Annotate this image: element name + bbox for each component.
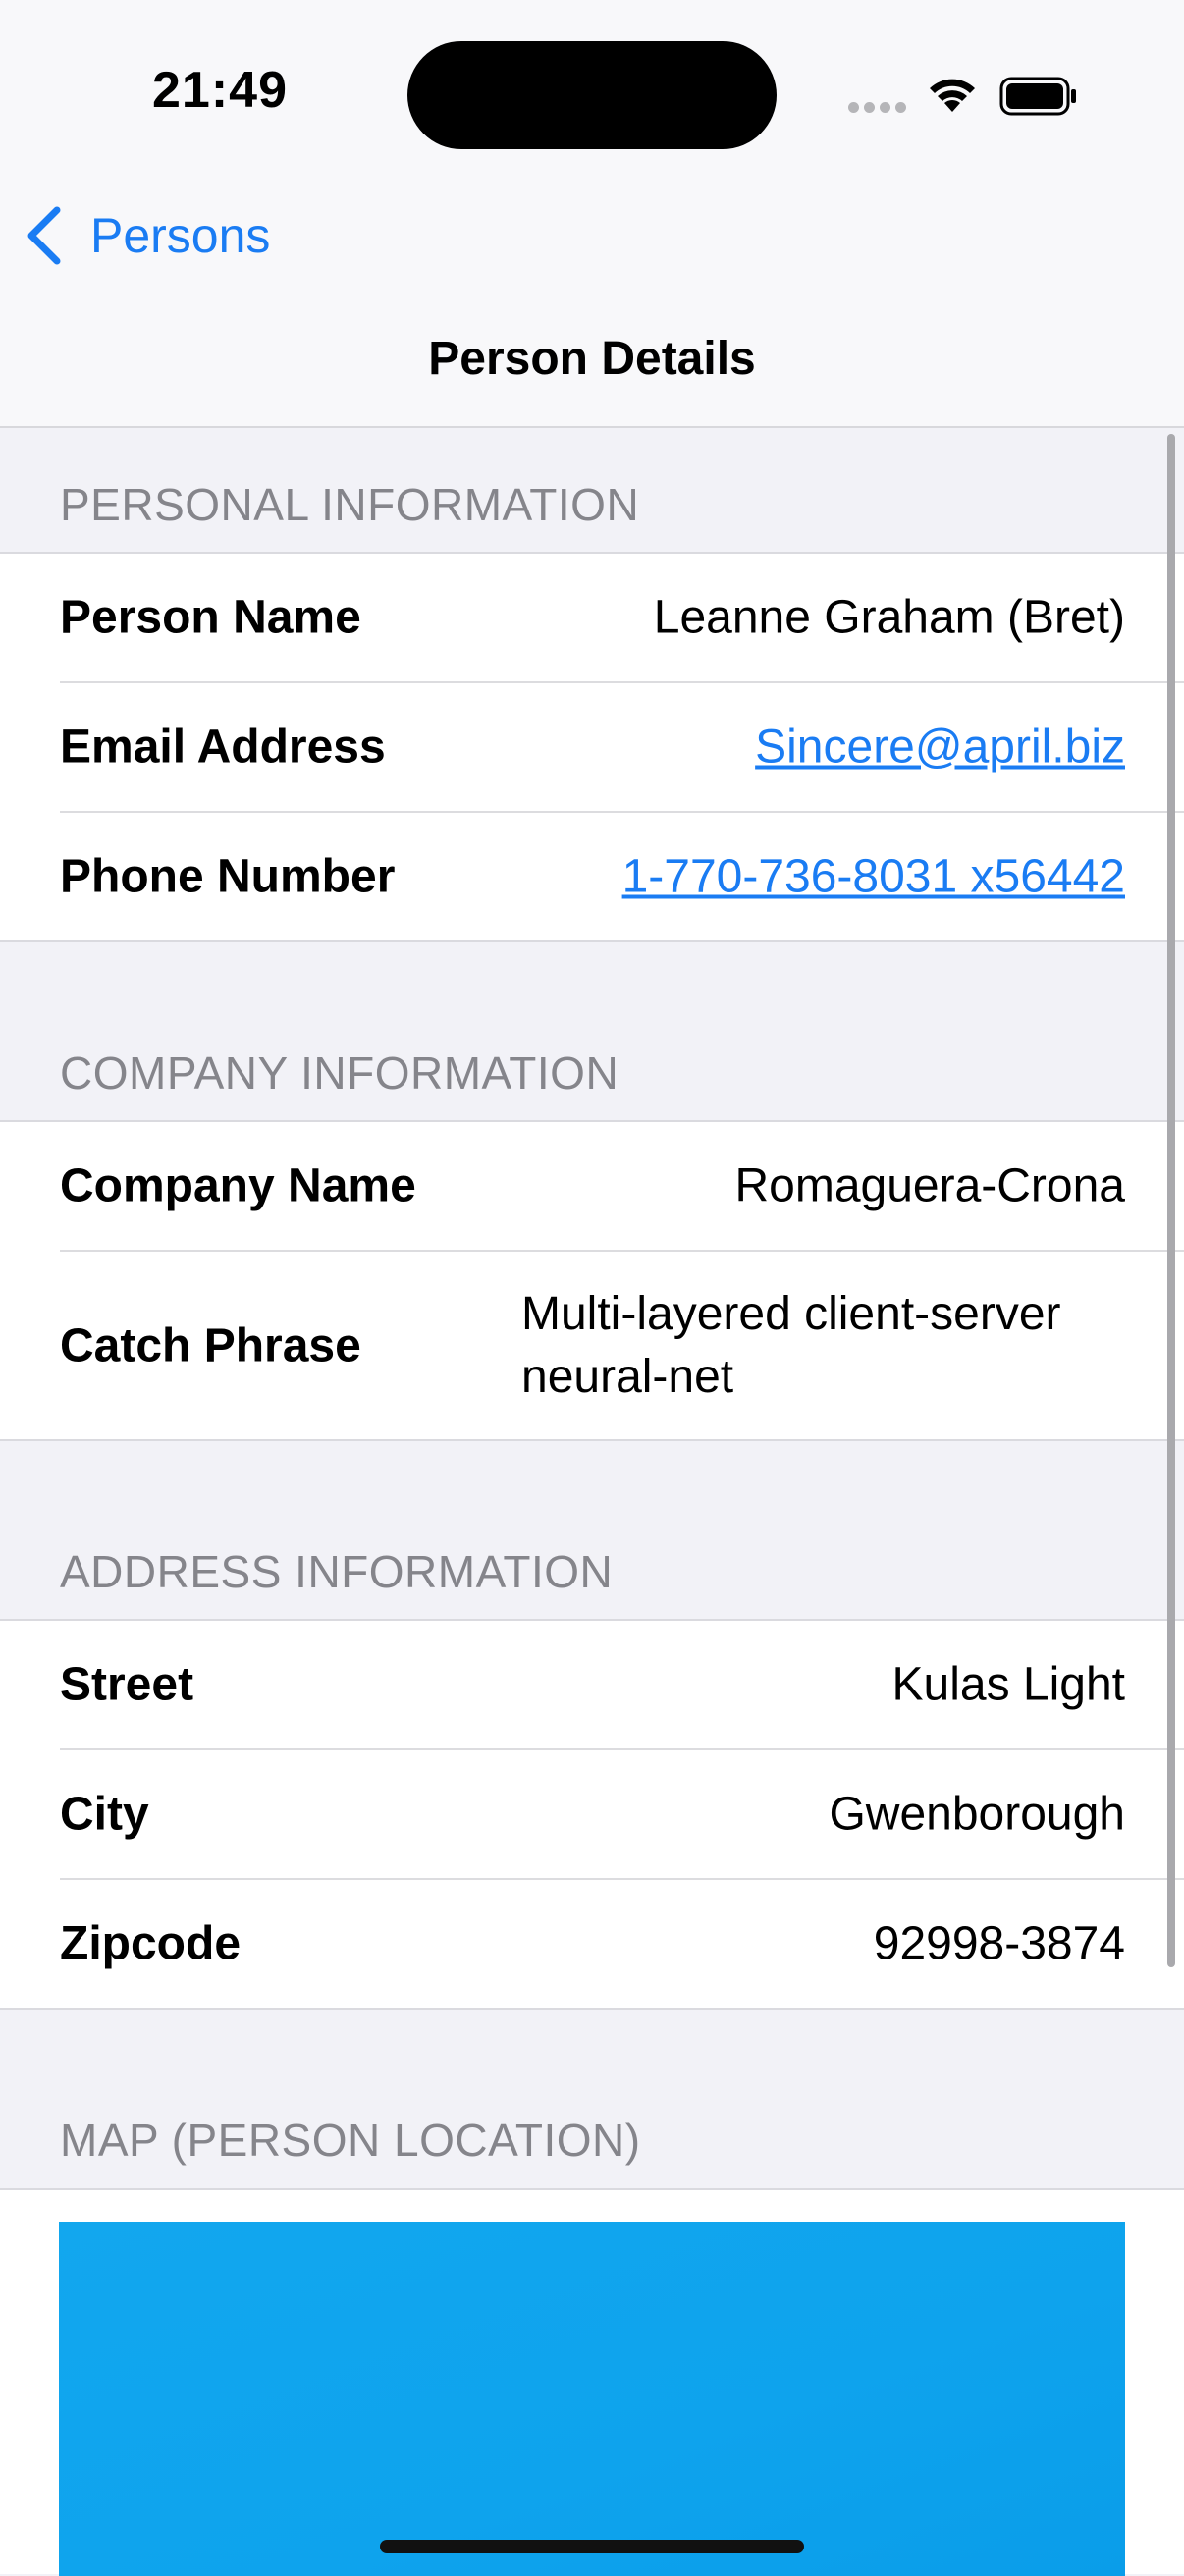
- address-info-card: Street Kulas Light City Gwenborough Zipc…: [0, 1619, 1184, 2010]
- section-header-map: MAP (PERSON LOCATION): [60, 2115, 641, 2166]
- catch-phrase-value: Multi-layered client-server neural-net: [521, 1287, 1061, 1403]
- company-info-card: Company Name Romaguera-Crona Catch Phras…: [0, 1120, 1184, 1441]
- cellular-signal-icon: [848, 102, 907, 116]
- row-phone-number: Phone Number 1-770-736-8031 x56442: [0, 813, 1184, 940]
- status-time: 21:49: [152, 62, 288, 119]
- company-name-value: Romaguera-Crona: [734, 1159, 1125, 1212]
- map-view[interactable]: [59, 2222, 1125, 2576]
- row-label: Company Name: [60, 1159, 416, 1212]
- person-name-value: Leanne Graham (Bret): [653, 591, 1125, 644]
- wifi-icon: [930, 79, 975, 112]
- row-email-address: Email Address Sincere@april.biz: [0, 683, 1184, 811]
- scroll-indicator[interactable]: [1167, 434, 1175, 1967]
- page-title: Person Details: [428, 333, 756, 385]
- section-header-personal: PERSONAL INFORMATION: [60, 479, 640, 530]
- phone-link[interactable]: 1-770-736-8031 x56442: [622, 850, 1125, 904]
- row-company-name: Company Name Romaguera-Crona: [0, 1122, 1184, 1250]
- row-label: Phone Number: [60, 850, 396, 903]
- home-indicator[interactable]: [380, 2540, 804, 2553]
- row-zipcode: Zipcode 92998-3874: [0, 1880, 1184, 2008]
- back-button[interactable]: Persons: [24, 196, 270, 275]
- zipcode-value: 92998-3874: [873, 1917, 1125, 1970]
- section-header-company: COMPANY INFORMATION: [60, 1047, 619, 1099]
- navigation-bar: Persons Person Details: [0, 167, 1184, 428]
- row-label: Street: [60, 1658, 194, 1711]
- row-label: City: [60, 1788, 149, 1841]
- chevron-left-icon: [27, 206, 61, 265]
- battery-icon: [999, 77, 1076, 116]
- status-bar: 21:49: [0, 0, 1184, 167]
- row-label: Catch Phrase: [60, 1319, 361, 1371]
- row-city: City Gwenborough: [0, 1750, 1184, 1878]
- email-link[interactable]: Sincere@april.biz: [755, 721, 1125, 775]
- row-person-name: Person Name Leanne Graham (Bret): [0, 554, 1184, 681]
- dynamic-island: [407, 41, 777, 149]
- personal-info-card: Person Name Leanne Graham (Bret) Email A…: [0, 552, 1184, 942]
- street-value: Kulas Light: [891, 1658, 1126, 1711]
- row-catch-phrase: Catch Phrase Multi-layered client-server…: [0, 1252, 1184, 1439]
- map-card: [0, 2188, 1184, 2576]
- section-header-address: ADDRESS INFORMATION: [60, 1546, 614, 1597]
- row-label: Person Name: [60, 591, 361, 644]
- city-value: Gwenborough: [829, 1788, 1125, 1841]
- row-label: Zipcode: [60, 1917, 242, 1970]
- row-street: Street Kulas Light: [0, 1621, 1184, 1748]
- row-label: Email Address: [60, 721, 386, 774]
- back-button-label: Persons: [90, 208, 271, 263]
